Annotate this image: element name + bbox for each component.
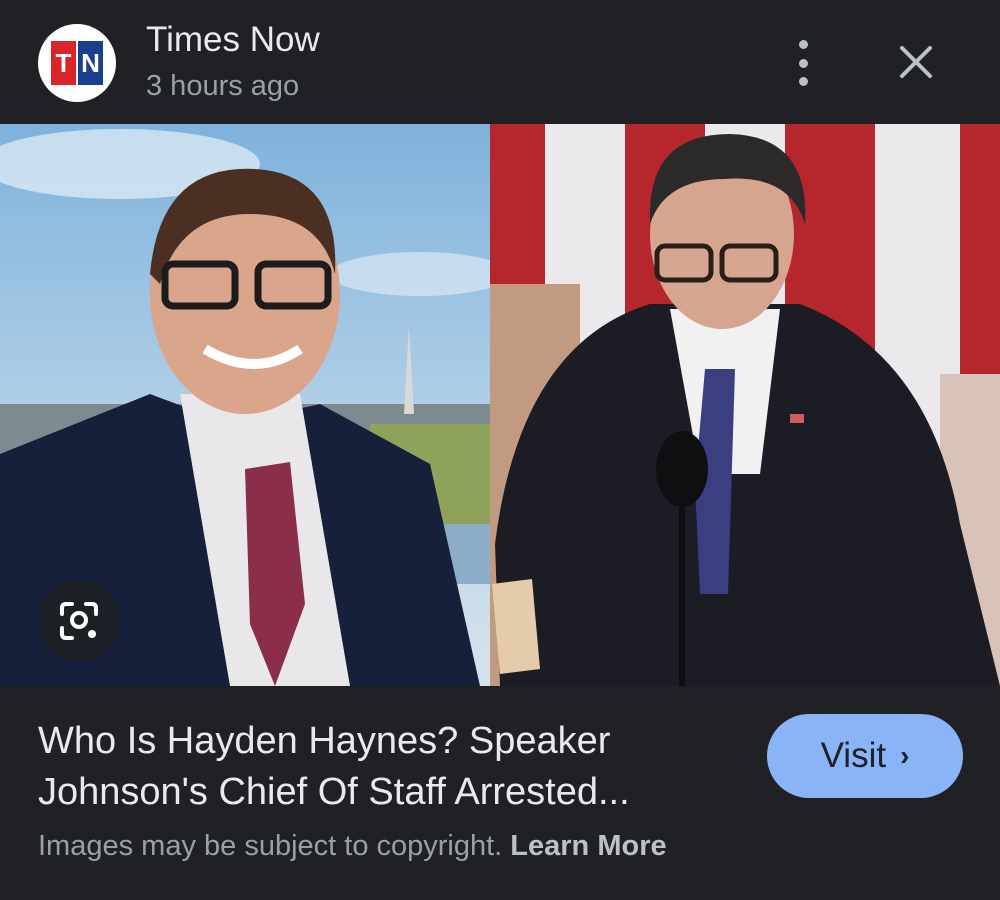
article-title-line-2: Johnson's Chief Of Staff Arrested...	[38, 771, 630, 813]
learn-more-link[interactable]: Learn More	[510, 830, 666, 862]
chevron-right-icon: ›	[900, 740, 910, 771]
more-vert-icon	[798, 40, 808, 49]
logo-letter-t: T	[51, 41, 76, 85]
result-header: T N Times Now 3 hours ago	[0, 0, 1000, 124]
article-title[interactable]: Who Is Hayden Haynes? Speaker Johnson's …	[38, 716, 738, 818]
timestamp: 3 hours ago	[146, 70, 300, 102]
copyright-text: Images may be subject to copyright.	[38, 830, 503, 862]
article-photo	[0, 124, 1000, 686]
logo-mark: T N	[51, 41, 103, 85]
google-lens-button[interactable]	[38, 580, 120, 662]
logo-letter-n: N	[78, 41, 103, 85]
times-now-logo[interactable]: T N	[38, 24, 116, 102]
visit-label: Visit	[820, 736, 887, 775]
close-button[interactable]	[892, 38, 940, 86]
article-title-line-1: Who Is Hayden Haynes? Speaker	[38, 720, 611, 762]
close-icon	[900, 46, 932, 78]
visit-button[interactable]: Visit ›	[767, 714, 963, 798]
google-lens-icon	[60, 602, 98, 640]
article-image[interactable]	[0, 124, 1000, 686]
copyright-notice: Images may be subject to copyright. Lear…	[38, 830, 667, 863]
source-name[interactable]: Times Now	[146, 20, 320, 60]
more-options-button[interactable]	[786, 40, 820, 86]
